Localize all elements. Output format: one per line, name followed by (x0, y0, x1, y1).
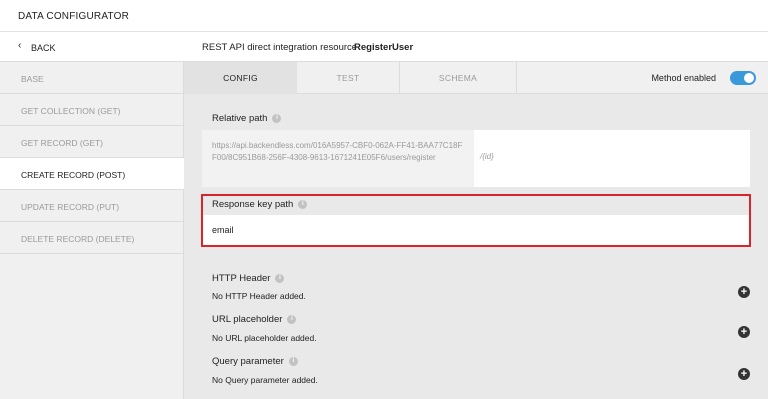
chevron-left-icon: ‹ (18, 40, 22, 51)
tab-test[interactable]: TEST (297, 62, 399, 94)
app-title: DATA CONFIGURATOR (18, 11, 129, 22)
method-enabled-toggle[interactable] (730, 71, 756, 85)
back-button[interactable]: ‹ BACK (0, 32, 184, 62)
toggle-knob (744, 73, 754, 83)
url-placeholder-empty-text: No URL placeholder added. (212, 333, 317, 343)
main-panel: REST API direct integration resource Reg… (184, 32, 768, 399)
sidebar-item-base[interactable]: BASE (0, 62, 184, 94)
back-label: BACK (31, 43, 56, 53)
sidebar-item-get-record[interactable]: GET RECORD (GET) (0, 126, 184, 158)
info-icon: i (272, 113, 282, 123)
add-url-placeholder-button[interactable]: + (738, 326, 750, 338)
sidebar-item-update-record[interactable]: UPDATE RECORD (PUT) (0, 190, 184, 222)
info-icon: i (288, 356, 298, 366)
sidebar-item-delete-record[interactable]: DELETE RECORD (DELETE) (0, 222, 184, 254)
resource-type: REST API direct integration resource (202, 42, 358, 53)
query-parameter-label: Query parameter i (212, 356, 298, 367)
tab-bar: CONFIG TEST SCHEMA Method enabled (184, 62, 768, 94)
info-icon: i (298, 199, 308, 209)
relative-path-input[interactable]: /{id} (480, 152, 494, 161)
resource-header: REST API direct integration resource Reg… (184, 32, 768, 62)
url-placeholder-label: URL placeholder i (212, 314, 297, 325)
resource-name: RegisterUser (354, 42, 414, 53)
relative-path-field: https://api.backendless.com/016A5957-CBF… (202, 130, 750, 187)
sidebar-item-get-collection[interactable]: GET COLLECTION (GET) (0, 94, 184, 126)
relative-path-label: Relative path i (212, 113, 282, 124)
tab-config[interactable]: CONFIG (184, 62, 297, 94)
sidebar: ‹ BACK BASE GET COLLECTION (GET) GET REC… (0, 32, 184, 399)
http-header-label: HTTP Header i (212, 273, 285, 284)
add-http-header-button[interactable]: + (738, 286, 750, 298)
tab-schema[interactable]: SCHEMA (400, 62, 516, 94)
info-icon: i (275, 273, 285, 283)
relative-path-base-url: https://api.backendless.com/016A5957-CBF… (202, 130, 474, 187)
method-enabled-label: Method enabled (651, 73, 716, 83)
tab-divider (516, 62, 517, 94)
response-key-path-label: Response key path i (212, 199, 308, 210)
response-key-path-highlight: Response key path i (201, 194, 751, 247)
add-query-parameter-button[interactable]: + (738, 368, 750, 380)
response-key-path-input[interactable] (203, 215, 749, 245)
info-icon: i (287, 314, 297, 324)
sidebar-item-create-record[interactable]: CREATE RECORD (POST) (0, 158, 184, 190)
http-header-empty-text: No HTTP Header added. (212, 291, 306, 301)
title-bar: DATA CONFIGURATOR (0, 0, 768, 32)
query-parameter-empty-text: No Query parameter added. (212, 375, 318, 385)
